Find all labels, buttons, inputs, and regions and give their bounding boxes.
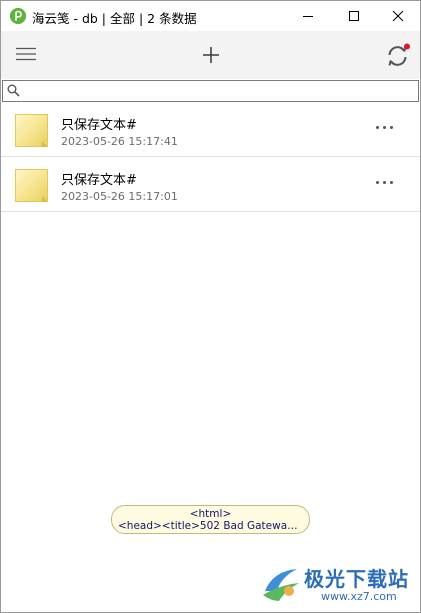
app-logo-icon — [10, 8, 26, 24]
note-thumbnail-icon — [15, 114, 48, 147]
note-more-button[interactable] — [374, 173, 396, 191]
hamburger-menu-icon — [16, 47, 36, 61]
sync-icon — [388, 43, 410, 66]
plus-icon — [203, 47, 219, 63]
toolbar — [1, 31, 420, 79]
note-thumbnail-icon — [15, 169, 48, 202]
error-tooltip: <html> <head><title>502 Bad Gateway<... — [111, 505, 310, 534]
maximize-button[interactable] — [331, 1, 377, 31]
add-note-button[interactable] — [201, 45, 221, 65]
watermark: 极光下载站 www.xz7.com — [259, 559, 419, 609]
close-button[interactable] — [375, 1, 420, 31]
minimize-icon — [303, 16, 313, 17]
tooltip-line-2: <head><title>502 Bad Gateway<... — [118, 520, 309, 532]
watermark-logo-icon — [263, 569, 299, 601]
note-date: 2023-05-26 15:17:41 — [61, 135, 178, 148]
note-title: 只保存文本# — [61, 118, 137, 133]
app-window: 海云笺 - db | 全部 | 2 条数据 只保存文本# 2023-05-26 … — [0, 0, 421, 613]
notification-dot — [404, 43, 410, 50]
sync-button[interactable] — [385, 43, 411, 69]
notes-list: 只保存文本# 2023-05-26 15:17:41 只保存文本# 2023-0… — [1, 102, 420, 212]
watermark-name: 极光下载站 — [304, 567, 409, 591]
title-bar: 海云笺 - db | 全部 | 2 条数据 — [1, 1, 420, 31]
note-item[interactable]: 只保存文本# 2023-05-26 15:17:41 — [1, 102, 420, 157]
window-title: 海云笺 - db | 全部 | 2 条数据 — [32, 11, 197, 26]
note-more-button[interactable] — [374, 118, 396, 136]
note-item[interactable]: 只保存文本# 2023-05-26 15:17:01 — [1, 157, 420, 212]
tooltip-line-1: <html> — [189, 508, 232, 520]
note-title: 只保存文本# — [61, 173, 137, 188]
search-icon — [7, 84, 20, 97]
more-options-icon — [376, 126, 379, 129]
search-input[interactable] — [23, 81, 413, 101]
watermark-url: www.xz7.com — [321, 590, 397, 603]
close-icon — [392, 10, 404, 22]
more-options-icon — [376, 181, 379, 184]
maximize-icon — [349, 11, 359, 21]
search-box[interactable] — [2, 80, 419, 102]
minimize-button[interactable] — [285, 1, 331, 31]
menu-button[interactable] — [15, 46, 37, 64]
note-date: 2023-05-26 15:17:01 — [61, 190, 178, 203]
